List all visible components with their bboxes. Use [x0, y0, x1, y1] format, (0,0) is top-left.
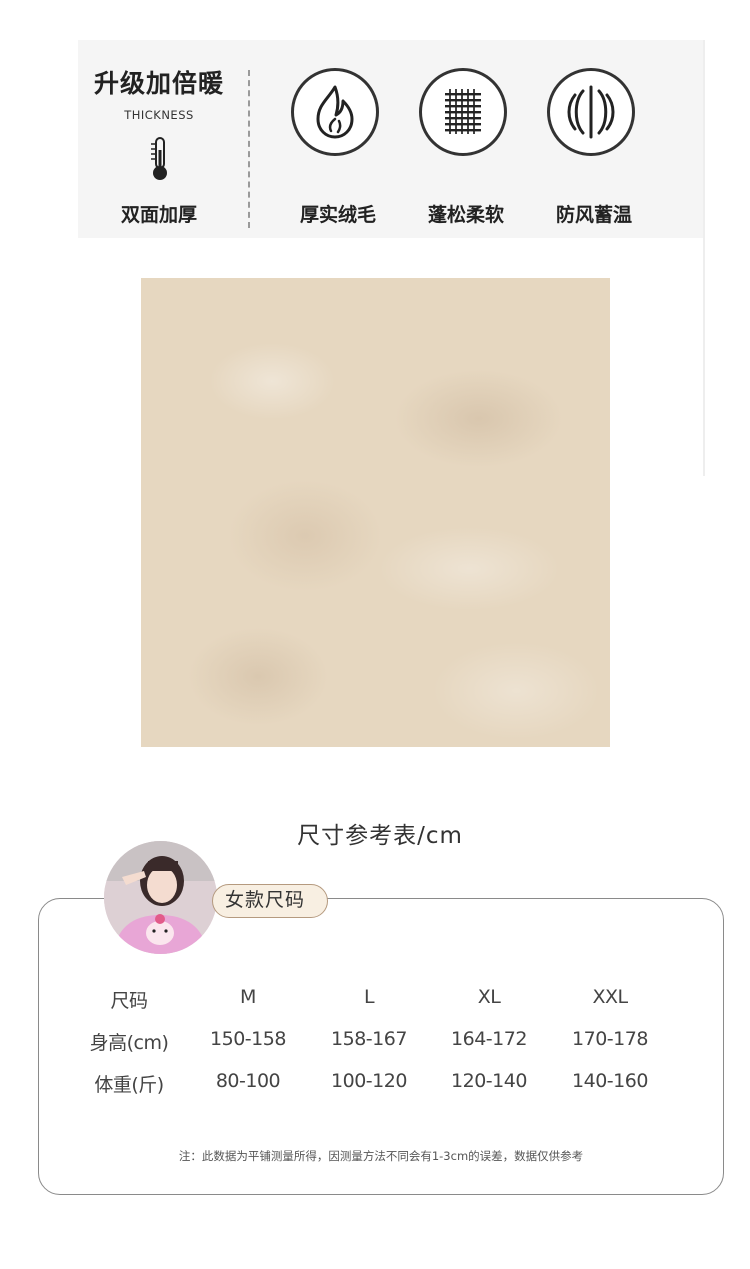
size-chart-title: 尺寸参考表/cm: [297, 823, 463, 849]
thickness-caption: 双面加厚: [120, 204, 197, 226]
size-value-cell: 140-160: [572, 1070, 648, 1092]
measurement-note: 注：此数据为平铺测量所得，因测量方法不同会有1-3cm的误差，数据仅供参考: [178, 1149, 584, 1163]
wind-shield-icon: [567, 85, 615, 139]
dashed-divider: [248, 70, 250, 228]
size-value-cell: 120-140: [451, 1070, 527, 1092]
thickness-subtitle: THICKNESS: [124, 108, 194, 122]
feature-label: 防风蓄温: [555, 204, 632, 226]
model-avatar: [104, 841, 217, 954]
size-header-cell: XXL: [592, 986, 628, 1008]
size-value-cell: 150-158: [210, 1028, 286, 1050]
size-value-cell: 164-172: [451, 1028, 527, 1050]
size-value-cell: 80-100: [215, 1070, 281, 1092]
size-value-cell: 100-120: [331, 1070, 407, 1092]
decorative-line: [703, 40, 705, 476]
fabric-swatch-image: [141, 278, 610, 747]
size-header-cell: M: [240, 986, 256, 1008]
feature-banner: 升级加倍暖 THICKNESS 双面加厚 厚实绒毛 蓬松柔软 防风蓄温: [78, 40, 705, 238]
size-value-cell: 158-167: [331, 1028, 407, 1050]
feature-label: 厚实绒毛: [299, 204, 376, 226]
size-header-cell: 尺码: [110, 990, 148, 1012]
womens-size-badge: 女款尺码: [212, 884, 328, 918]
size-value-cell: 170-178: [572, 1028, 648, 1050]
thickness-block: 升级加倍暖 THICKNESS 双面加厚: [78, 40, 246, 238]
size-value-cell: 身高(cm): [89, 1032, 169, 1054]
size-header-cell: L: [363, 986, 375, 1008]
size-header-cell: XL: [477, 986, 501, 1008]
thickness-title: 升级加倍暖: [93, 69, 224, 98]
flame-icon: [316, 85, 354, 139]
thermometer-icon: [151, 137, 167, 180]
knit-grid-icon: [445, 89, 481, 134]
size-value-cell: 体重(斤): [94, 1074, 164, 1096]
feature-label: 蓬松柔软: [427, 204, 504, 226]
